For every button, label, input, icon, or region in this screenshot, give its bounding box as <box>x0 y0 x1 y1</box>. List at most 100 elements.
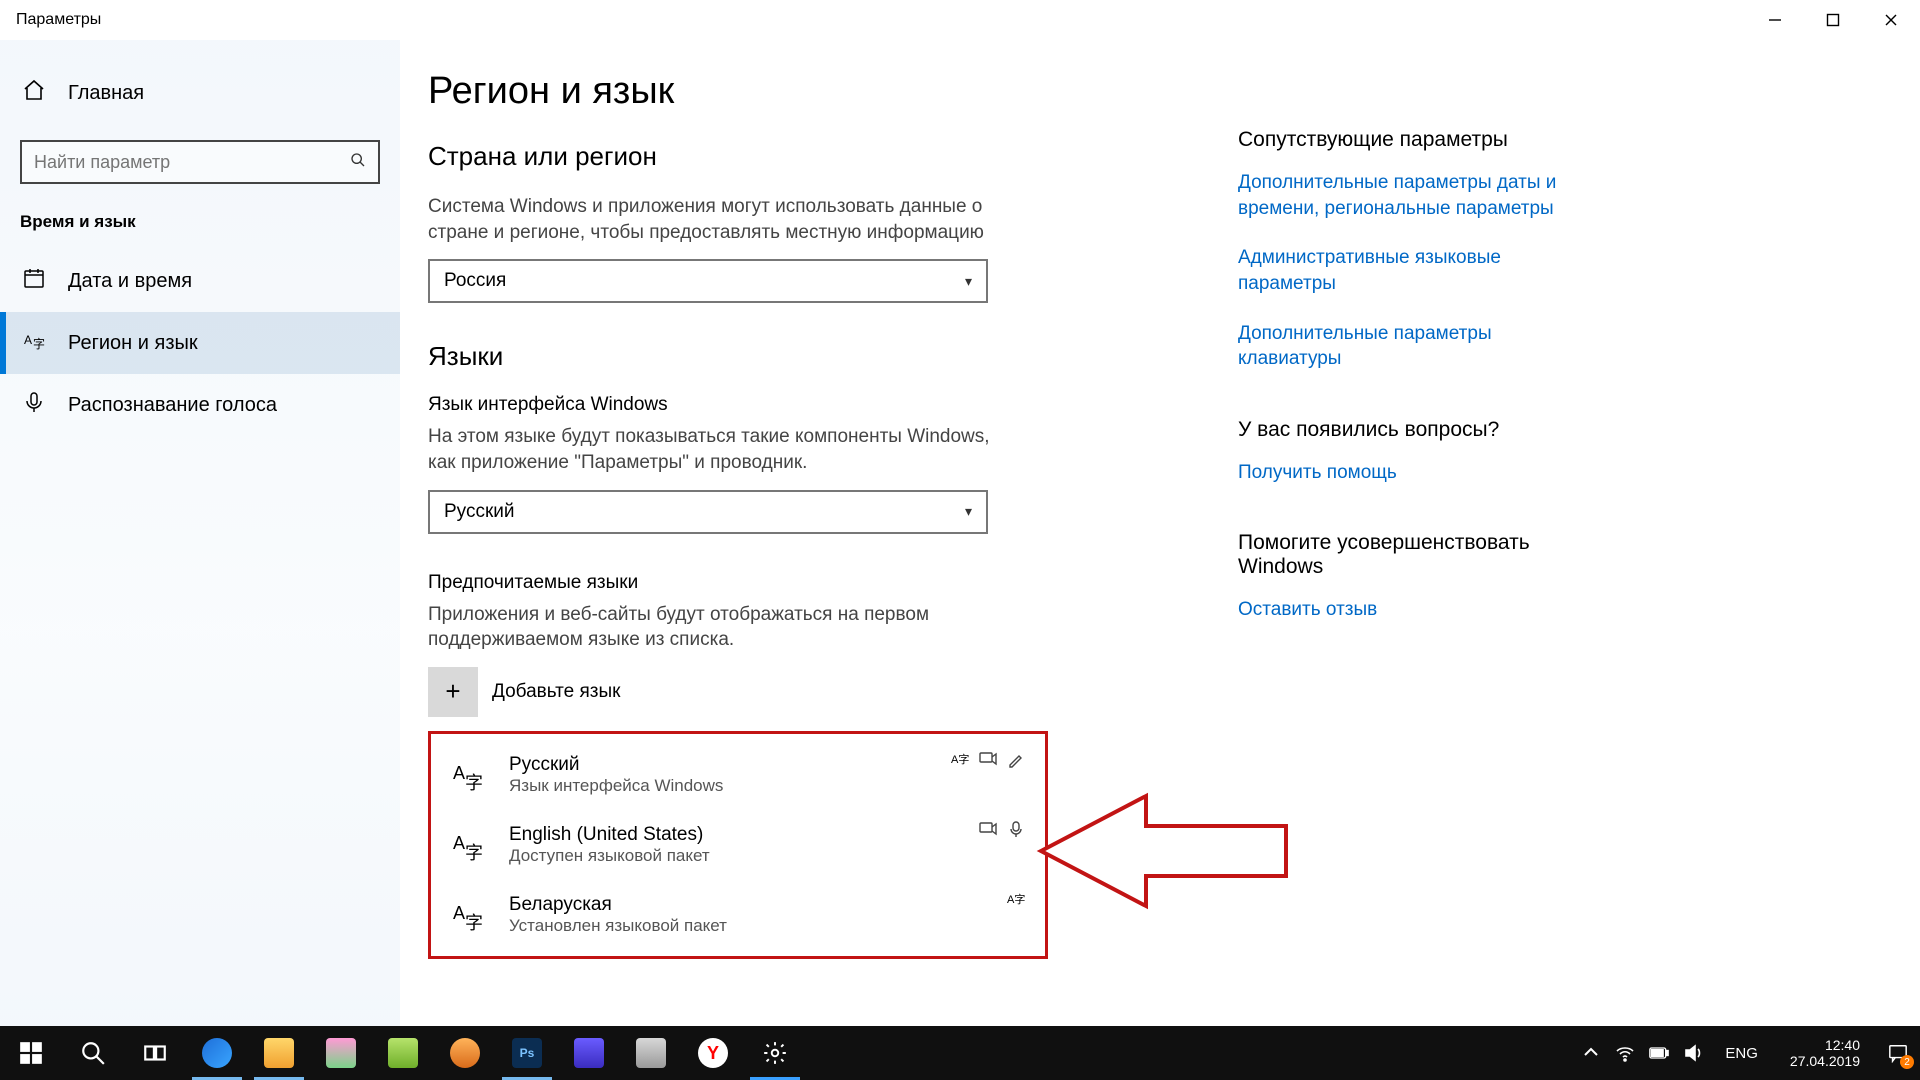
search-field[interactable] <box>34 152 350 173</box>
taskbar-app-edge[interactable] <box>186 1026 248 1080</box>
svg-text:A字: A字 <box>1007 892 1025 906</box>
taskbar-app-paint3d[interactable] <box>434 1026 496 1080</box>
wifi-icon[interactable] <box>1615 1043 1635 1063</box>
sidebar-item-date-time[interactable]: Дата и время <box>0 250 400 312</box>
taskbar-app-save[interactable] <box>558 1026 620 1080</box>
display-language-icon: A字 <box>1007 890 1025 913</box>
country-dropdown[interactable]: Россия ▾ <box>428 259 988 303</box>
sidebar-item-speech[interactable]: Распознавание голоса <box>0 374 400 436</box>
chevron-down-icon: ▾ <box>965 503 972 520</box>
sidebar-home[interactable]: Главная <box>0 68 400 118</box>
svg-text:A字: A字 <box>951 752 969 766</box>
add-language-label: Добавьте язык <box>492 681 620 703</box>
language-name: Беларуская <box>509 894 727 916</box>
text-to-speech-icon <box>979 820 997 843</box>
page-title: Регион и язык <box>428 70 1178 113</box>
taskbar-app-generic[interactable] <box>620 1026 682 1080</box>
maximize-button[interactable] <box>1804 0 1862 40</box>
link-get-help[interactable]: Получить помощь <box>1238 460 1578 486</box>
svg-text:字: 字 <box>33 336 45 351</box>
svg-text:字: 字 <box>465 773 483 793</box>
taskbar-date: 27.04.2019 <box>1790 1053 1860 1069</box>
window-title: Параметры <box>16 11 101 29</box>
feedback-heading: Помогите усовершенствовать Windows <box>1238 531 1578 579</box>
language-item[interactable]: A字 Беларуская Установлен языковой пакет … <box>439 880 1037 950</box>
input-language-indicator[interactable]: ENG <box>1717 1045 1766 1062</box>
uilang-label: Язык интерфейса Windows <box>428 394 1178 416</box>
minimize-button[interactable] <box>1746 0 1804 40</box>
sidebar: Главная Время и язык Дата и время A字 Рег… <box>0 40 400 1026</box>
svg-text:A: A <box>453 833 465 853</box>
system-tray: ENG 12:40 27.04.2019 2 <box>1581 1026 1920 1080</box>
taskbar: Ps Y ENG 12:40 27.04.2019 2 <box>0 1026 1920 1080</box>
language-name: Русский <box>509 754 723 776</box>
text-to-speech-icon <box>979 750 997 773</box>
add-language-button[interactable]: + Добавьте язык <box>428 667 1178 717</box>
language-sub: Язык интерфейса Windows <box>509 776 723 796</box>
link-feedback[interactable]: Оставить отзыв <box>1238 597 1578 623</box>
language-list: A字 Русский Язык интерфейса Windows A字 A字 <box>428 731 1048 959</box>
sidebar-home-label: Главная <box>68 82 144 105</box>
taskbar-app-yandex[interactable]: Y <box>682 1026 744 1080</box>
display-language-icon: A字 <box>951 750 969 773</box>
close-button[interactable] <box>1862 0 1920 40</box>
taskbar-clock[interactable]: 12:40 27.04.2019 <box>1780 1037 1870 1069</box>
link-keyboard[interactable]: Дополнительные параметры клавиатуры <box>1238 321 1578 372</box>
uilang-dropdown[interactable]: Русский ▾ <box>428 490 988 534</box>
notification-badge: 2 <box>1900 1055 1914 1069</box>
speech-recognition-icon <box>1007 820 1025 843</box>
language-name: English (United States) <box>509 824 710 846</box>
svg-text:A: A <box>24 333 32 347</box>
sidebar-item-label: Распознавание голоса <box>68 394 277 417</box>
country-value: Россия <box>444 270 506 292</box>
calendar-icon <box>22 266 46 296</box>
svg-text:A: A <box>453 903 465 923</box>
search-icon <box>350 152 366 173</box>
language-icon: A字 <box>22 328 46 358</box>
language-item[interactable]: A字 Русский Язык интерфейса Windows A字 <box>439 740 1037 810</box>
related-heading: Сопутствующие параметры <box>1238 128 1578 152</box>
language-glyph-icon: A字 <box>451 895 491 935</box>
sidebar-section: Время и язык <box>0 212 400 250</box>
content: Регион и язык Страна или регион Система … <box>400 40 1920 1026</box>
svg-text:字: 字 <box>465 913 483 933</box>
start-button[interactable] <box>0 1026 62 1080</box>
battery-icon[interactable] <box>1649 1043 1669 1063</box>
language-glyph-icon: A字 <box>451 755 491 795</box>
taskbar-app-paint[interactable] <box>310 1026 372 1080</box>
tray-overflow-icon[interactable] <box>1581 1043 1601 1063</box>
link-date-region[interactable]: Дополнительные параметры даты и времени,… <box>1238 170 1578 221</box>
sidebar-item-label: Регион и язык <box>68 332 198 355</box>
uilang-desc: На этом языке будут показываться такие к… <box>428 424 1008 475</box>
volume-icon[interactable] <box>1683 1043 1703 1063</box>
search-input[interactable] <box>20 140 380 184</box>
sidebar-item-label: Дата и время <box>68 270 192 293</box>
taskbar-app-notepadpp[interactable] <box>372 1026 434 1080</box>
region-desc: Система Windows и приложения могут испол… <box>428 194 1008 245</box>
language-glyph-icon: A字 <box>451 825 491 865</box>
link-admin-language[interactable]: Административные языковые параметры <box>1238 245 1578 296</box>
microphone-icon <box>22 390 46 420</box>
preferred-languages-label: Предпочитаемые языки <box>428 572 1178 594</box>
titlebar: Параметры <box>0 0 1920 40</box>
language-sub: Установлен языковой пакет <box>509 916 727 936</box>
taskbar-app-photoshop[interactable]: Ps <box>496 1026 558 1080</box>
uilang-value: Русский <box>444 501 515 523</box>
plus-icon: + <box>428 667 478 717</box>
preferred-languages-desc: Приложения и веб-сайты будут отображатьс… <box>428 602 1008 653</box>
help-heading: У вас появились вопросы? <box>1238 418 1578 442</box>
home-icon <box>22 78 46 108</box>
taskbar-app-settings[interactable] <box>744 1026 806 1080</box>
region-heading: Страна или регион <box>428 141 1178 172</box>
chevron-down-icon: ▾ <box>965 273 972 290</box>
svg-text:A: A <box>453 763 465 783</box>
search-button[interactable] <box>62 1026 124 1080</box>
language-sub: Доступен языковой пакет <box>509 846 710 866</box>
handwriting-icon <box>1007 750 1025 773</box>
taskbar-app-explorer[interactable] <box>248 1026 310 1080</box>
task-view-button[interactable] <box>124 1026 186 1080</box>
taskbar-time: 12:40 <box>1790 1037 1860 1053</box>
action-center-icon[interactable]: 2 <box>1884 1039 1912 1067</box>
sidebar-item-region-language[interactable]: A字 Регион и язык <box>0 312 400 374</box>
language-item[interactable]: A字 English (United States) Доступен язык… <box>439 810 1037 880</box>
